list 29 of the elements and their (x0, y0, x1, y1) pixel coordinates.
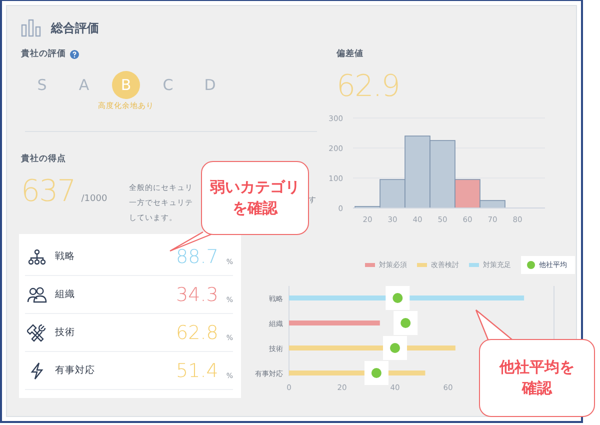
bar-chart-icon (21, 19, 41, 37)
category-score: 34.3 (176, 284, 218, 306)
callout-text: を確認 (232, 198, 278, 219)
category-score: 88.7 (176, 246, 218, 268)
people-icon (27, 286, 47, 302)
callout-text: 他社平均を (500, 357, 574, 378)
section-label: 貴社の得点 (21, 153, 66, 165)
category-name: 有事対応 (55, 364, 95, 377)
tools-icon (27, 324, 47, 342)
help-icon[interactable] (70, 50, 79, 58)
deviation-value: 62.9 (336, 69, 400, 104)
section-label: 貴社の評価 (21, 48, 66, 60)
grade: B (112, 71, 140, 99)
score-max: /1000 (81, 194, 108, 204)
hierarchy-icon (27, 248, 47, 264)
callout-text: 弱いカテゴリ (210, 177, 300, 198)
category-score: 51.4 (176, 360, 218, 382)
callout-text: 確認 (522, 378, 552, 399)
category-score: 62.8 (176, 322, 218, 344)
section-label: 偏差値 (336, 48, 364, 60)
score-value: 637 (21, 174, 76, 209)
grade: C (162, 75, 174, 96)
grade: D (203, 75, 217, 96)
panel-title: 総合評価 (51, 20, 99, 36)
category-name: 技術 (55, 326, 75, 339)
grade: S (36, 75, 48, 96)
grade: A (78, 75, 90, 96)
category-name: 戦略 (55, 250, 75, 263)
category-name: 組織 (55, 288, 75, 301)
